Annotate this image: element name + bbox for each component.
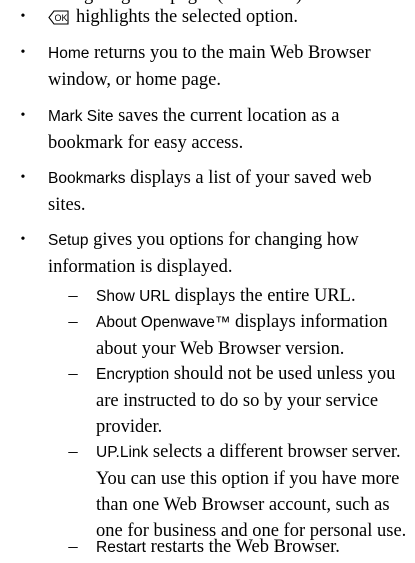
setup-option-text: UP.Link selects a different browser serv… (96, 439, 408, 544)
term-bookmarks: Bookmarks (48, 170, 126, 187)
dash-mark: – (68, 312, 78, 332)
show-url-description: displays the entire URL. (170, 286, 356, 306)
bullet-mark: • (20, 170, 26, 185)
list-item-text: Home returns you to the main Web Browser… (48, 40, 408, 93)
svg-text:OK: OK (54, 13, 67, 23)
setup-description: gives you options for changing how infor… (48, 230, 359, 277)
list-item-text: OK highlights the selected option. (48, 4, 408, 30)
term-show-url: Show URL (96, 288, 171, 305)
dash-mark: – (68, 537, 78, 557)
dash-mark: – (68, 364, 78, 384)
term-setup: Setup (48, 232, 89, 249)
dash-mark: – (68, 286, 78, 306)
bullet-mark: • (20, 108, 26, 123)
term-encryption: Encryption (96, 366, 170, 383)
setup-option-text: Restart restarts the Web Browser. (96, 534, 408, 561)
bullet-mark: • (20, 45, 26, 60)
term-mark-site: Mark Site (48, 108, 114, 125)
setup-option-text: About Openwave™ displays information abo… (96, 309, 408, 362)
ok-key-description: highlights the selected option. (76, 7, 298, 27)
list-item-text: Mark Site saves the current location as … (48, 103, 408, 156)
term-restart: Restart (96, 539, 146, 556)
list-item-text: Bookmarks displays a list of your saved … (48, 165, 408, 218)
setup-option-text: Encryption should not be used unless you… (96, 361, 408, 440)
setup-option-text: Show URL displays the entire URL. (96, 283, 408, 310)
bullet-mark: • (20, 9, 26, 24)
term-uplink: UP.Link (96, 444, 149, 461)
home-description: returns you to the main Web Browser wind… (48, 43, 371, 90)
ok-key-icon: OK (48, 10, 69, 25)
term-home: Home (48, 45, 90, 62)
restart-description: restarts the Web Browser. (145, 537, 340, 557)
bullet-mark: • (20, 232, 26, 247)
term-about-openwave: About Openwave™ (96, 314, 231, 331)
list-item-text: Setup gives you options for changing how… (48, 227, 408, 280)
dash-mark: – (68, 442, 78, 462)
